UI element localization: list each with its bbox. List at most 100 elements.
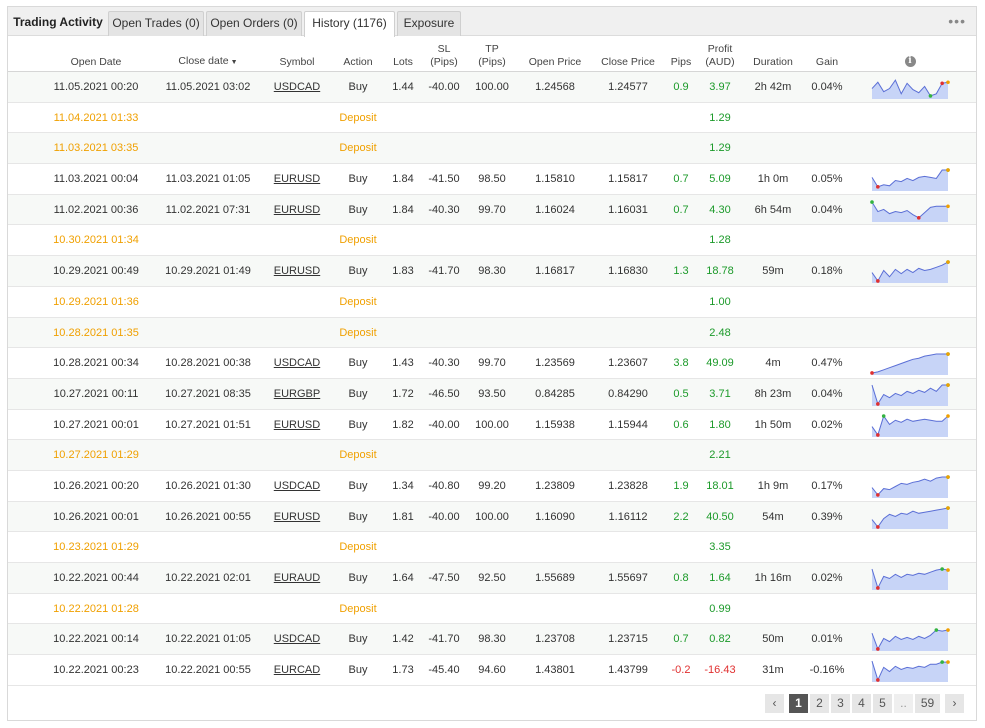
col-lots[interactable]: Lots bbox=[386, 37, 420, 72]
trade-row[interactable]: 10.27.2021 00:11 10.27.2021 08:35 EURGBP Bu… bbox=[8, 378, 976, 410]
chevron-right-icon[interactable]: › bbox=[945, 694, 964, 713]
page-button-5[interactable]: 5 bbox=[873, 694, 892, 713]
trade-row[interactable]: 10.22.2021 00:44 10.22.2021 02:01 EURAUD Bu… bbox=[8, 563, 976, 594]
trade-row[interactable]: 11.03.2021 00:04 11.03.2021 01:05 EURUSD Bu… bbox=[8, 164, 976, 195]
tab-open-orders[interactable]: Open Orders (0) bbox=[206, 11, 302, 36]
col-pips[interactable]: Pips bbox=[666, 37, 696, 72]
equity-sparkline bbox=[871, 660, 950, 683]
sparkline-end-dot bbox=[946, 413, 950, 418]
cell-duration: 1h 0m bbox=[757, 173, 789, 186]
cell-symbol[interactable]: EURUSD bbox=[267, 502, 327, 532]
cell-duration: 54m bbox=[762, 510, 784, 523]
cell-symbol[interactable]: EURUSD bbox=[267, 195, 327, 225]
cell-lots: 1.82 bbox=[392, 418, 414, 431]
col-gain[interactable]: Gain bbox=[803, 37, 851, 72]
cell-profit: 3.35 bbox=[709, 541, 731, 554]
sparkline-min-dot bbox=[870, 371, 874, 375]
trade-row[interactable]: 10.27.2021 00:01 10.27.2021 01:51 EURUSD Bu… bbox=[8, 410, 976, 441]
cell-open-date: 11.04.2021 01:33 bbox=[53, 111, 139, 124]
col-action[interactable]: Action bbox=[328, 37, 388, 72]
cell-symbol[interactable]: USDCAD bbox=[267, 471, 327, 501]
cell-duration: 59m bbox=[762, 265, 784, 278]
cell-sl: -40.80 bbox=[428, 479, 460, 492]
col-close-date[interactable]: Close date ▼ bbox=[148, 37, 268, 72]
sparkline-area bbox=[872, 354, 948, 376]
trade-row[interactable]: 10.22.2021 00:14 10.22.2021 01:05 USDCAD Bu… bbox=[8, 624, 976, 656]
trade-row[interactable]: 11.02.2021 00:36 11.02.2021 07:31 EURUSD Bu… bbox=[8, 194, 976, 226]
cell-profit: 1.64 bbox=[709, 572, 731, 584]
cell-open-date: 10.30.2021 01:34 bbox=[53, 234, 139, 247]
deposit-row[interactable]: 10.23.2021 01:29 Deposit 3.35 bbox=[8, 532, 976, 563]
info-icon[interactable]: i bbox=[904, 56, 916, 67]
deposit-row[interactable]: 11.03.2021 03:35 Deposit 1.29 bbox=[8, 133, 976, 165]
more-horizontal-icon[interactable]: ••• bbox=[948, 13, 966, 29]
sparkline-end-dot bbox=[946, 475, 950, 479]
tab-history[interactable]: History (1176) bbox=[304, 11, 395, 37]
deposit-row[interactable]: 10.22.2021 01:28 Deposit 0.99 bbox=[8, 594, 976, 625]
cell-lots: 1.81 bbox=[392, 510, 414, 523]
cell-action: Buy bbox=[348, 664, 368, 677]
col-open-price[interactable]: Open Price bbox=[520, 37, 590, 72]
cell-tp: 99.70 bbox=[478, 203, 506, 216]
cell-symbol[interactable]: USDCAD bbox=[267, 72, 327, 102]
equity-sparkline bbox=[870, 352, 950, 376]
col-profit[interactable]: Profit (AUD) bbox=[699, 37, 741, 72]
sparkline-end-dot bbox=[946, 260, 950, 264]
page-button-last[interactable]: 59 bbox=[915, 694, 940, 713]
sparkline-min-dot bbox=[940, 81, 944, 86]
cell-open-date: 11.03.2021 03:35 bbox=[53, 142, 139, 155]
cell-sl: -41.50 bbox=[428, 173, 460, 186]
cell-symbol[interactable]: EURUSD bbox=[267, 410, 327, 440]
col-duration[interactable]: Duration bbox=[743, 37, 803, 72]
tab-trading-activity[interactable]: Trading Activity bbox=[10, 11, 106, 36]
trade-row[interactable]: 10.28.2021 00:34 10.28.2021 00:38 USDCAD Bu… bbox=[8, 348, 976, 379]
cell-action: Buy bbox=[348, 357, 368, 370]
sparkline-area bbox=[872, 80, 948, 99]
cell-action: Buy bbox=[348, 387, 368, 400]
page-button-2[interactable]: 2 bbox=[810, 694, 829, 713]
chevron-left-icon[interactable]: ‹ bbox=[765, 694, 784, 713]
cell-lots: 1.84 bbox=[392, 173, 414, 186]
deposit-row[interactable]: 10.28.2021 01:35 Deposit 2.48 bbox=[8, 317, 976, 349]
page-button-3[interactable]: 3 bbox=[831, 694, 850, 713]
deposit-row[interactable]: 11.04.2021 01:33 Deposit 1.29 bbox=[8, 103, 976, 134]
trade-row[interactable]: 10.26.2021 00:20 10.26.2021 01:30 USDCAD Bu… bbox=[8, 471, 976, 502]
deposit-row[interactable]: 10.27.2021 01:29 Deposit 2.21 bbox=[8, 440, 976, 471]
cell-symbol[interactable]: USDCAD bbox=[267, 624, 327, 654]
page-button-1[interactable]: 1 bbox=[789, 694, 808, 713]
cell-lots: 1.43 bbox=[392, 357, 414, 370]
sparkline-max-dot bbox=[934, 628, 939, 633]
tab-open-trades[interactable]: Open Trades (0) bbox=[108, 11, 204, 36]
deposit-row[interactable]: 10.29.2021 01:36 Deposit 1.00 bbox=[8, 287, 976, 318]
cell-duration: 4m bbox=[765, 357, 781, 370]
cell-profit: 2.21 bbox=[709, 449, 731, 462]
cell-action: Buy bbox=[348, 479, 368, 492]
sparkline-end-dot bbox=[946, 204, 950, 208]
col-tp[interactable]: TP (Pips) bbox=[470, 37, 514, 72]
cell-symbol[interactable]: EURGBP bbox=[267, 379, 327, 409]
cell-symbol[interactable]: EURAUD bbox=[267, 563, 327, 593]
col-close-price[interactable]: Close Price bbox=[593, 37, 663, 72]
cell-symbol[interactable]: USDCAD bbox=[267, 348, 327, 378]
trade-row[interactable]: 10.26.2021 00:01 10.26.2021 00:55 EURUSD Bu… bbox=[8, 501, 976, 533]
cell-profit: 18.01 bbox=[706, 479, 734, 492]
equity-sparkline bbox=[871, 168, 950, 192]
tab-exposure[interactable]: Exposure bbox=[397, 11, 461, 36]
trade-row[interactable]: 11.05.2021 00:20 11.05.2021 03:02 USDCAD Bu… bbox=[8, 72, 976, 103]
cell-open-date: 10.27.2021 00:01 bbox=[53, 418, 139, 431]
cell-action: Buy bbox=[348, 265, 368, 278]
cell-pips: 0.7 bbox=[673, 173, 689, 186]
col-open-date[interactable]: Open Date bbox=[36, 37, 156, 72]
trade-row[interactable]: 10.29.2021 00:49 10.29.2021 01:49 EURUSD Bu… bbox=[8, 256, 976, 287]
cell-gain: 0.18% bbox=[811, 265, 843, 278]
deposit-row[interactable]: 10.30.2021 01:34 Deposit 1.28 bbox=[8, 225, 976, 257]
page-button-4[interactable]: 4 bbox=[852, 694, 871, 713]
cell-symbol[interactable]: EURUSD bbox=[267, 164, 327, 194]
trade-row[interactable]: 10.22.2021 00:23 10.22.2021 00:55 EURCAD Bu… bbox=[8, 655, 976, 686]
cell-symbol[interactable]: EURCAD bbox=[267, 655, 327, 685]
cell-close-date: 10.26.2021 01:30 bbox=[165, 479, 251, 492]
col-symbol[interactable]: Symbol bbox=[267, 37, 327, 72]
col-sl[interactable]: SL (Pips) bbox=[422, 37, 466, 72]
cell-pips: 0.7 bbox=[673, 633, 689, 646]
cell-symbol[interactable]: EURUSD bbox=[267, 256, 327, 286]
